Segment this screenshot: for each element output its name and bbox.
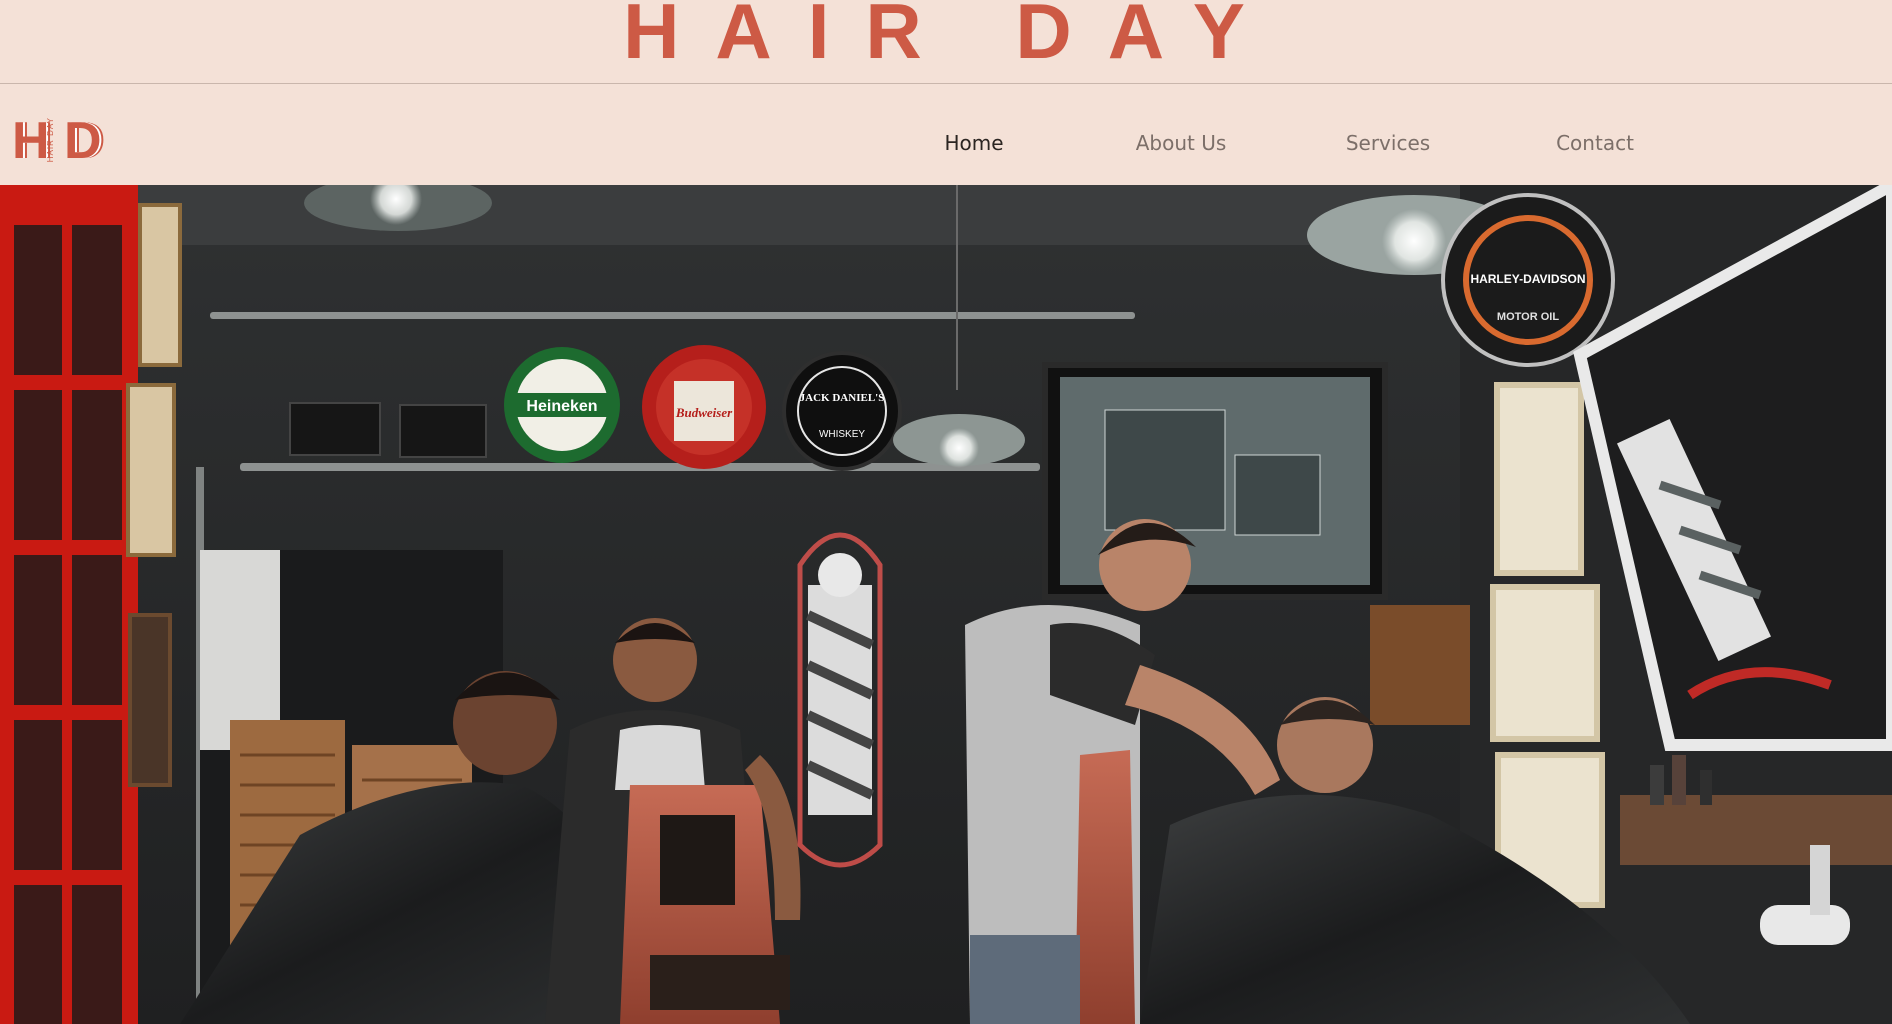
- top-banner: HAIR DAY: [0, 0, 1892, 84]
- frame-right-2: [1490, 584, 1600, 742]
- nav-services-link[interactable]: Services: [1346, 131, 1430, 155]
- budweiser-sign: Budweiser: [642, 345, 766, 469]
- budweiser-plaque: [289, 402, 381, 456]
- nav-home-link[interactable]: Home: [944, 131, 1003, 155]
- nav-contact-link[interactable]: Contact: [1556, 131, 1634, 155]
- nav-links: Home About Us Services Contact: [0, 85, 1892, 185]
- heineken-sign: Heineken: [504, 347, 620, 463]
- nav-about-link[interactable]: About Us: [1136, 131, 1227, 155]
- site-title: HAIR DAY: [623, 0, 1281, 75]
- page: HAIR DAY H HAIR DAY D Home About Us Serv…: [0, 0, 1892, 1024]
- hero-image: Heineken Budweiser JACK DANIEL'S WHISKEY: [0, 185, 1892, 1024]
- heineken-plaque: [399, 404, 487, 458]
- budweiser-text: Budweiser: [675, 405, 733, 420]
- counter: [1620, 795, 1892, 865]
- harley-sub: MOTOR OIL: [1497, 311, 1559, 323]
- heineken-text: Heineken: [526, 398, 597, 415]
- pipe-upper: [210, 312, 1135, 319]
- frame-right-1: [1494, 382, 1584, 576]
- frame-left-2: [126, 383, 176, 557]
- pipe-lower: [240, 463, 1040, 471]
- tv-screen: [1042, 362, 1388, 600]
- barbershop-photo: Heineken Budweiser JACK DANIEL'S WHISKEY: [0, 185, 1892, 1024]
- frame-left-3: [128, 613, 172, 787]
- jack-daniels-sub: WHISKEY: [819, 429, 865, 440]
- jack-daniels-text: JACK DANIEL'S: [800, 392, 885, 404]
- main-navigation: H HAIR DAY D Home About Us Services Cont…: [0, 85, 1892, 185]
- frame-left-1: [138, 203, 182, 367]
- harley-davidson-sign: HARLEY-DAVIDSON MOTOR OIL: [1441, 193, 1615, 367]
- wood-shelf: [1370, 605, 1470, 725]
- harley-text: HARLEY-DAVIDSON: [1470, 272, 1585, 286]
- jack-daniels-sign: JACK DANIEL'S WHISKEY: [782, 351, 902, 471]
